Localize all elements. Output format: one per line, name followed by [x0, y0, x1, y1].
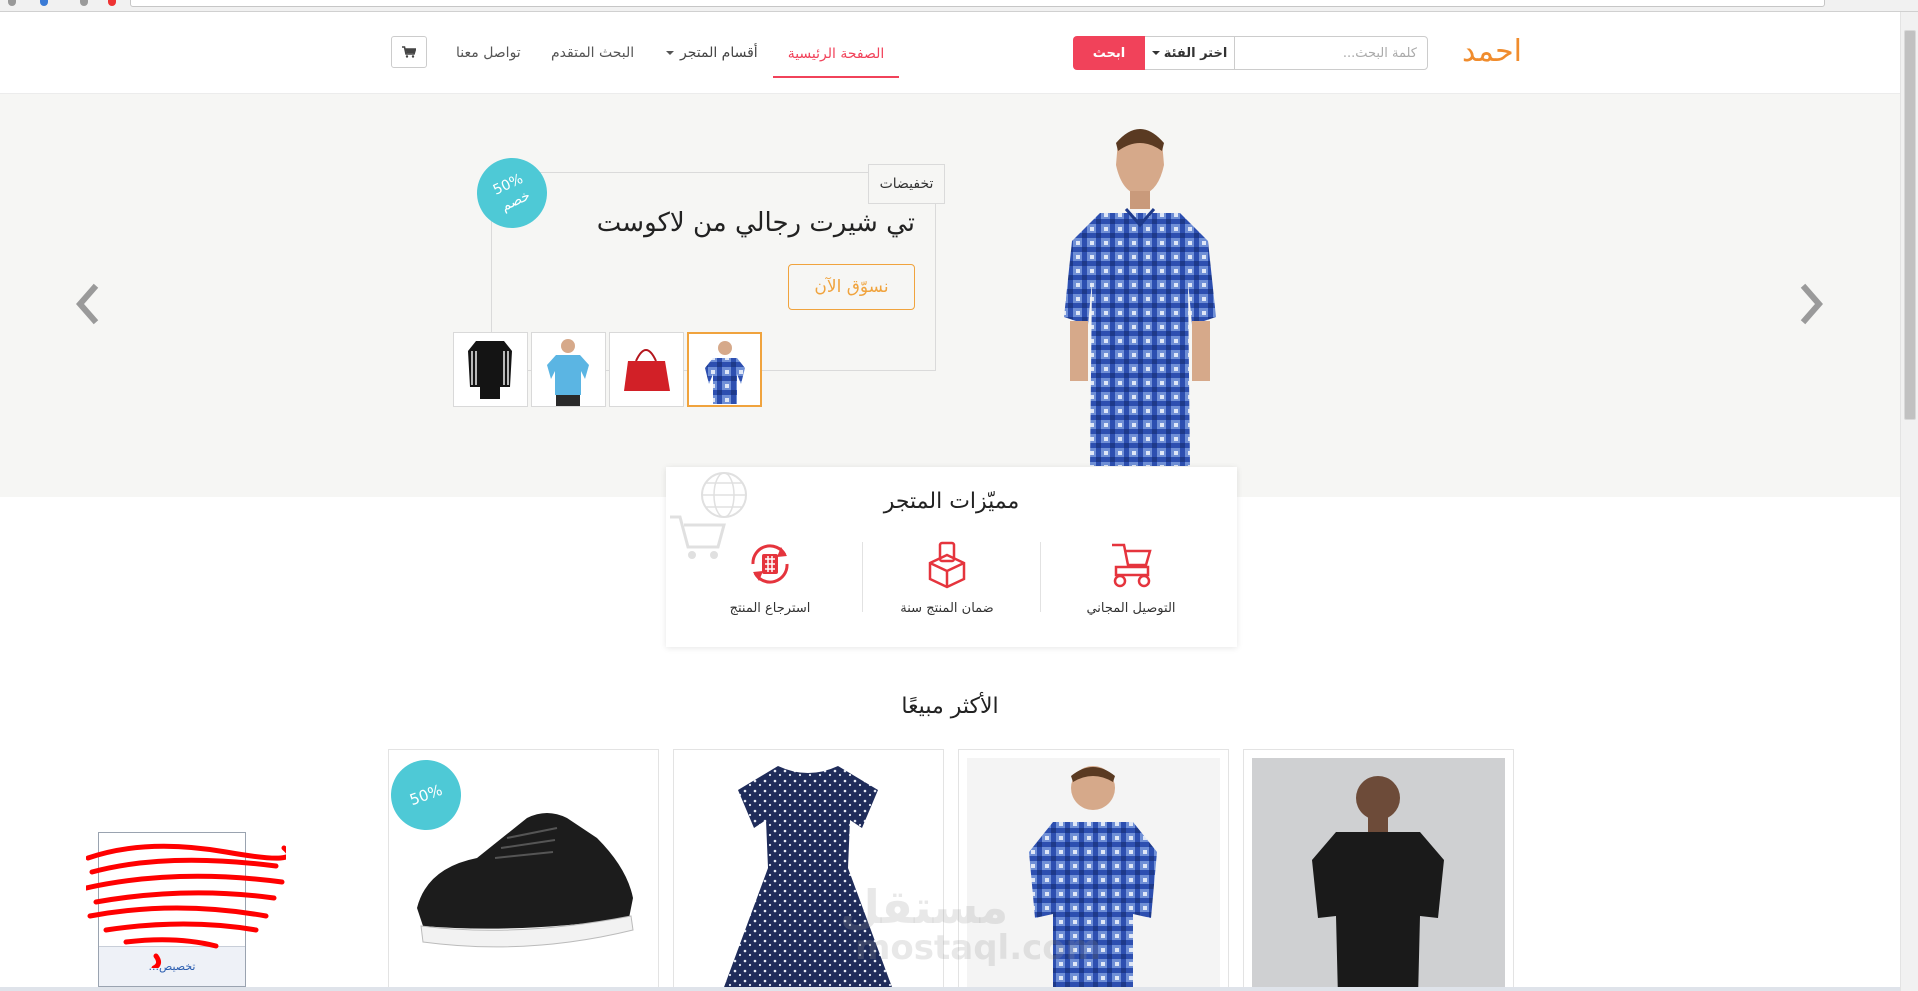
feature-product-guarantee-label: ضمان المنتج سنة [900, 601, 994, 616]
nav-store-sections-label: أقسام المتجر [680, 45, 758, 61]
product-return-icon [751, 544, 789, 584]
best-sellers-title: الأكثر مبيعًا [901, 694, 999, 719]
category-dropdown-label: اختر الفئة [1163, 45, 1228, 61]
store-features-box: مميّزات المتجر التوصيل المجاني ضمان المن… [666, 467, 1237, 647]
product-card[interactable] [1243, 749, 1514, 991]
thumbnail-red-bag[interactable] [609, 332, 684, 407]
home-icon[interactable] [80, 0, 88, 6]
thumbnail-blue-polo[interactable] [531, 332, 606, 407]
features-title: مميّزات المتجر [883, 489, 1020, 514]
cart-icon [402, 46, 416, 58]
slider-prev-arrow-icon[interactable] [68, 274, 102, 334]
feature-divider [862, 542, 863, 612]
page: احمد اختر الفئة ابحث الصفحة الرئيسية أقس… [0, 0, 1918, 991]
thumbnail-plaid-shirt[interactable] [687, 332, 762, 407]
nav-home[interactable]: الصفحة الرئيسية [773, 32, 899, 78]
browser-chrome [0, 0, 1918, 12]
plaid-shirt-thumbnail-image [689, 334, 760, 405]
search-input[interactable] [1234, 36, 1428, 70]
site-logo[interactable]: احمد [1462, 34, 1522, 69]
page-scrollbar[interactable] [1900, 12, 1918, 991]
blue-polo-thumbnail-image [532, 333, 605, 406]
thumbnail-black-tracksuit[interactable] [453, 332, 528, 407]
redaction-scribble [86, 843, 286, 968]
cart-button[interactable] [391, 36, 427, 68]
category-dropdown[interactable]: اختر الفئة [1144, 36, 1235, 70]
nav-store-sections[interactable]: أقسام المتجر [666, 45, 758, 61]
watermark-latin: mostaql.com [855, 928, 1102, 968]
address-bar[interactable] [130, 0, 1825, 7]
caret-down-icon [1151, 51, 1160, 55]
scrollbar-thumb[interactable] [1904, 30, 1916, 420]
forward-icon[interactable] [40, 0, 48, 6]
bottom-taskbar-edge [0, 987, 1900, 991]
sale-tag: تخفيضات [868, 164, 945, 204]
caret-down-icon [666, 51, 674, 55]
back-icon[interactable] [8, 0, 16, 6]
feature-divider [1040, 542, 1041, 612]
watermark-arabic: مستقل [840, 880, 1009, 934]
product-guarantee-icon [928, 541, 966, 589]
nav-contact[interactable]: تواصل معنا [456, 45, 521, 61]
site-header: احمد اختر الفئة ابحث الصفحة الرئيسية أقس… [0, 12, 1900, 94]
delivery-scooter-icon [1112, 543, 1152, 588]
feature-product-return: استرجاع المنتج [695, 539, 845, 616]
search-button[interactable]: ابحث [1073, 36, 1145, 70]
tracksuit-thumbnail-image [454, 333, 527, 406]
red-bag-thumbnail-image [610, 333, 683, 406]
hero-title: تي شيرت رجالي من لاكوست [596, 208, 915, 238]
nav-advanced-search[interactable]: البحث المتقدم [551, 45, 634, 61]
feature-free-delivery: التوصيل المجاني [1056, 539, 1206, 616]
feature-free-delivery-label: التوصيل المجاني [1086, 601, 1176, 616]
hero-product-image [1064, 129, 1216, 497]
feature-product-guarantee: ضمان المنتج سنة [872, 539, 1022, 616]
hero-slider [0, 94, 1900, 497]
slider-next-arrow-icon[interactable] [1797, 274, 1831, 334]
feature-product-return-label: استرجاع المنتج [729, 601, 811, 616]
shop-now-button[interactable]: نسوّق الآن [788, 264, 915, 310]
site-favicon-icon [108, 0, 116, 6]
black-tshirt-image [1252, 758, 1505, 991]
